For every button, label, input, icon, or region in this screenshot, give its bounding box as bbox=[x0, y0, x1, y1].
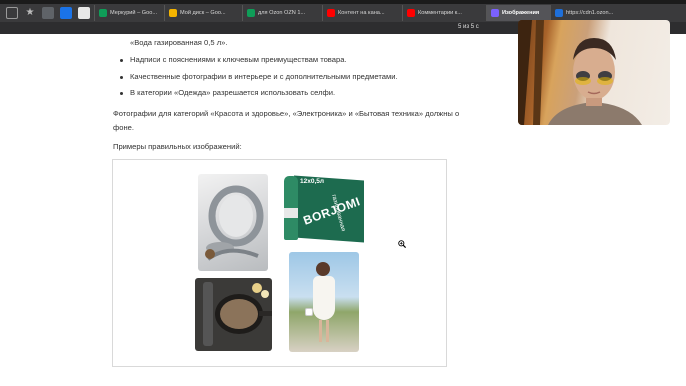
star-icon[interactable]: ★ bbox=[24, 7, 36, 19]
ring-mold-graphic bbox=[205, 185, 264, 261]
tab-label: для Ozon OZN 1... bbox=[258, 10, 306, 16]
examples-image-box: 12x0,5л BORJOMI газированная bbox=[112, 159, 447, 367]
tab-4[interactable]: Контент на кана... bbox=[322, 5, 402, 21]
tab-favicon-icon bbox=[169, 9, 177, 17]
tab-favicon-icon bbox=[99, 9, 107, 17]
tab-1[interactable]: Меркурий – Goo... bbox=[94, 5, 164, 21]
bullet-item: Надписи с пояснениями к ключевым преимущ… bbox=[130, 55, 347, 64]
find-match-counter: 5 из 5 с bbox=[458, 24, 479, 30]
product-photo-frying-pan[interactable] bbox=[195, 278, 272, 351]
tab-7[interactable]: https://cdn1.ozon... bbox=[550, 5, 640, 21]
product-photo-ring-mold[interactable] bbox=[198, 174, 268, 271]
tab-label: Меркурий – Goo... bbox=[110, 10, 158, 16]
bullet-dot bbox=[120, 76, 123, 79]
tab-favicon-icon bbox=[555, 9, 563, 17]
tab-2[interactable]: Мой диск – Goo... bbox=[164, 5, 242, 21]
tab-favicon-icon bbox=[491, 9, 499, 17]
tab-favicon-icon bbox=[407, 9, 415, 17]
bullet-dot bbox=[120, 59, 123, 62]
tab-favicon-icon bbox=[327, 9, 335, 17]
bullet-item: В категории «Одежда» разрешается использ… bbox=[130, 88, 336, 97]
bottle-label bbox=[284, 208, 298, 218]
sidebar-toggle-icon[interactable] bbox=[6, 7, 18, 19]
webcam-presenter-graphic bbox=[518, 20, 642, 125]
tab-label: Комментарии к... bbox=[418, 10, 462, 16]
tab-label: https://cdn1.ozon... bbox=[566, 10, 614, 16]
zoom-in-cursor-icon bbox=[398, 240, 406, 248]
model-dress bbox=[313, 276, 335, 320]
text-water-item: «Вода газированная 0,5 л». bbox=[130, 38, 228, 47]
model-handbag bbox=[305, 308, 313, 316]
tab-5[interactable]: Комментарии к... bbox=[402, 5, 486, 21]
app-icon-3[interactable] bbox=[78, 7, 90, 19]
bullet-item: Качественные фотографии в интерьере и с … bbox=[130, 72, 398, 81]
tab-favicon-icon bbox=[247, 9, 255, 17]
pack-size-label: 12x0,5л bbox=[300, 178, 325, 185]
bullet-dot bbox=[120, 92, 123, 95]
tab-label: Изображения bbox=[502, 10, 540, 16]
product-photo-white-dress[interactable] bbox=[289, 252, 359, 352]
model-leg bbox=[319, 320, 322, 342]
paragraph-line-2: фоне. bbox=[113, 123, 134, 132]
product-photo-borjomi-pack[interactable]: 12x0,5л BORJOMI газированная bbox=[282, 174, 367, 244]
model-head bbox=[316, 262, 330, 276]
model-leg bbox=[326, 320, 329, 342]
tab-3[interactable]: для Ozon OZN 1... bbox=[242, 5, 322, 21]
pan-graphic bbox=[215, 283, 272, 334]
webcam-overlay bbox=[518, 20, 670, 125]
tab-label: Мой диск – Goo... bbox=[180, 10, 226, 16]
tab-label: Контент на кана... bbox=[338, 10, 385, 16]
paragraph-line-1: Фотографии для категорий «Красота и здор… bbox=[113, 109, 460, 118]
tab-6-active[interactable]: Изображения bbox=[486, 5, 550, 21]
app-icon-1[interactable] bbox=[42, 7, 54, 19]
app-icon-2[interactable] bbox=[60, 7, 72, 19]
examples-heading: Примеры правильных изображений: bbox=[113, 142, 242, 151]
